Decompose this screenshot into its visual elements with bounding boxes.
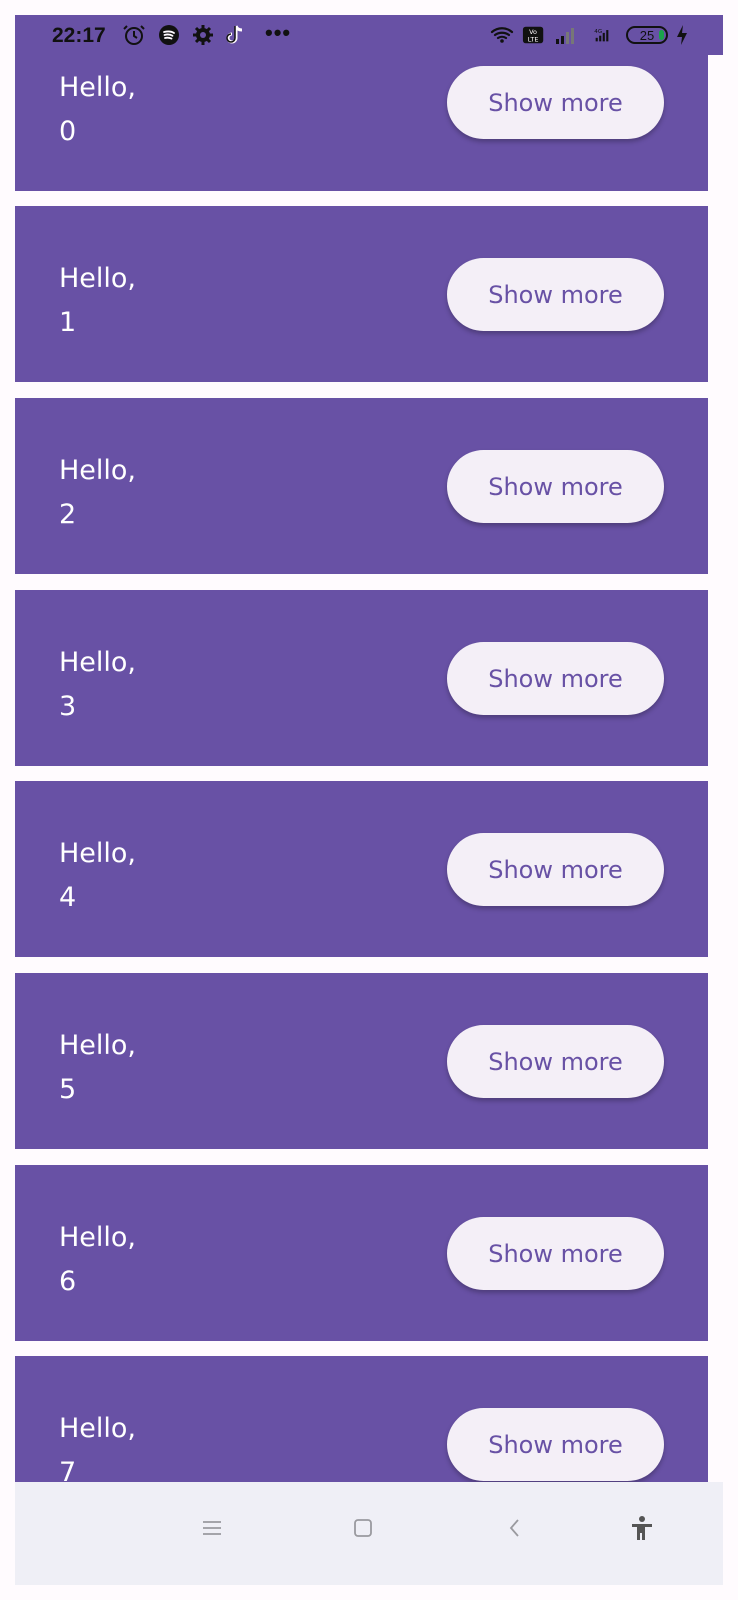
menu-icon[interactable] [194, 1510, 230, 1546]
spotify-icon [157, 23, 181, 47]
signal-icon [554, 23, 578, 47]
show-more-button[interactable]: Show more [447, 66, 664, 139]
show-more-button[interactable]: Show more [447, 258, 664, 331]
show-more-button[interactable]: Show more [447, 642, 664, 715]
list-item: Hello, 1 Show more [15, 206, 708, 382]
status-bar: 22:17 ••• Vo LTE 4G 25 [15, 15, 723, 55]
overflow-dots-icon: ••• [265, 20, 292, 45]
greeting-text: Hello, 3 [59, 641, 136, 729]
greeting-text: Hello, 6 [59, 1216, 136, 1304]
show-more-button[interactable]: Show more [447, 450, 664, 523]
accessibility-icon[interactable] [624, 1510, 660, 1546]
item-index: 5 [59, 1074, 77, 1105]
svg-text:LTE: LTE [528, 35, 539, 43]
battery-level: 25 [639, 27, 655, 43]
item-index: 0 [59, 116, 77, 147]
item-index: 1 [59, 307, 77, 338]
battery-icon: 25 [626, 26, 668, 44]
home-icon[interactable] [345, 1510, 381, 1546]
list-item: Hello, 3 Show more [15, 590, 708, 766]
charging-icon [675, 23, 689, 47]
alarm-icon [122, 23, 146, 47]
status-time: 22:17 [52, 24, 106, 47]
greeting-label: Hello, [59, 1222, 137, 1253]
show-more-button[interactable]: Show more [447, 833, 664, 906]
network-label: 4G [594, 29, 602, 35]
greeting-text: Hello, 4 [59, 832, 136, 920]
greeting-label: Hello, [59, 72, 137, 103]
show-more-button[interactable]: Show more [447, 1408, 664, 1481]
list-item: Hello, 2 Show more [15, 398, 708, 574]
volte-icon: Vo LTE [521, 23, 547, 47]
greeting-label: Hello, [59, 263, 137, 294]
list-item: Hello, 6 Show more [15, 1165, 708, 1341]
item-index: 2 [59, 499, 77, 530]
greeting-text: Hello, 5 [59, 1024, 136, 1112]
app-screen: 22:17 ••• Vo LTE 4G 25 Hello, 0 Show mor… [15, 15, 723, 1585]
item-index: 3 [59, 691, 77, 722]
system-navigation-bar [15, 1482, 723, 1585]
greeting-text: Hello, 1 [59, 257, 136, 345]
list-item: Hello, 4 Show more [15, 781, 708, 957]
greeting-label: Hello, [59, 455, 137, 486]
settings-icon [191, 23, 215, 47]
greeting-label: Hello, [59, 1030, 137, 1061]
show-more-button[interactable]: Show more [447, 1025, 664, 1098]
greeting-label: Hello, [59, 647, 137, 678]
greeting-text: Hello, 2 [59, 449, 136, 537]
tiktok-icon [223, 23, 247, 47]
item-index: 6 [59, 1266, 77, 1297]
greeting-label: Hello, [59, 838, 137, 869]
greeting-text: Hello, 0 [59, 66, 136, 154]
signal-4g-icon: 4G [585, 23, 619, 47]
item-index: 4 [59, 882, 77, 913]
wifi-icon [490, 23, 514, 47]
system-status-icons: Vo LTE 4G 25 [490, 23, 689, 47]
greeting-label: Hello, [59, 1413, 137, 1444]
back-icon[interactable] [497, 1510, 533, 1546]
list-item: Hello, 5 Show more [15, 973, 708, 1149]
show-more-button[interactable]: Show more [447, 1217, 664, 1290]
